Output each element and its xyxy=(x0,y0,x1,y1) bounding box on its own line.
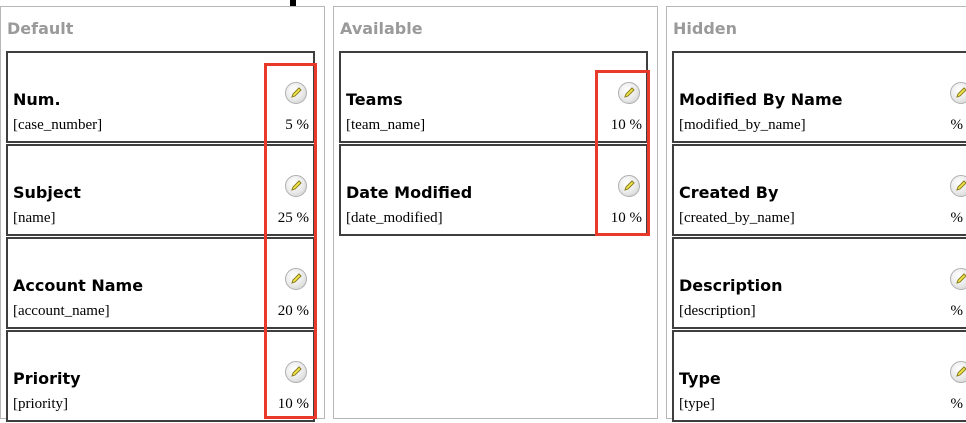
field-key: [priority] xyxy=(13,396,68,412)
field-title: Created By xyxy=(679,183,779,202)
field-width: 25 % xyxy=(277,210,309,226)
field-item-modified-by-name[interactable]: Modified By Name [modified_by_name] % xyxy=(672,51,966,143)
pencil-edit-icon[interactable] xyxy=(285,268,307,290)
field-key: [modified_by_name] xyxy=(679,117,806,133)
field-key: [created_by_name] xyxy=(679,210,795,226)
field-item-subject[interactable]: Subject [name] 25 % xyxy=(6,144,315,236)
field-item-priority[interactable]: Priority [priority] 10 % xyxy=(6,330,315,422)
pencil-edit-icon[interactable] xyxy=(950,268,966,290)
field-width: 10 % xyxy=(277,396,309,412)
field-item-description[interactable]: Description [description] % xyxy=(672,237,966,329)
field-title: Priority xyxy=(13,369,81,388)
hidden-field-list: Modified By Name [modified_by_name] % Cr… xyxy=(672,51,966,423)
field-title: Modified By Name xyxy=(679,90,843,109)
field-width: % xyxy=(950,303,964,319)
field-key: [description] xyxy=(679,303,756,319)
field-item-date-modified[interactable]: Date Modified [date_modified] 10 % xyxy=(339,144,648,236)
field-key: [account_name] xyxy=(13,303,110,319)
available-column: Available Teams [team_name] 10 % Date Mo… xyxy=(333,6,658,419)
field-title: Subject xyxy=(13,183,81,202)
field-width: % xyxy=(950,117,964,133)
field-item-account-name[interactable]: Account Name [account_name] 20 % xyxy=(6,237,315,329)
pencil-edit-icon[interactable] xyxy=(950,175,966,197)
hidden-column-header: Hidden xyxy=(673,19,738,38)
pencil-edit-icon[interactable] xyxy=(618,175,640,197)
field-width: 10 % xyxy=(610,210,642,226)
pencil-edit-icon[interactable] xyxy=(285,175,307,197)
field-item-type[interactable]: Type [type] % xyxy=(672,330,966,422)
pencil-edit-icon[interactable] xyxy=(950,361,966,383)
field-item-created-by[interactable]: Created By [created_by_name] % xyxy=(672,144,966,236)
pencil-edit-icon[interactable] xyxy=(950,82,966,104)
field-item-num[interactable]: Num. [case_number] 5 % xyxy=(6,51,315,143)
field-width: 5 % xyxy=(285,117,309,133)
available-column-header: Available xyxy=(340,19,423,38)
field-title: Account Name xyxy=(13,276,144,295)
field-title: Type xyxy=(679,369,721,388)
available-field-list: Teams [team_name] 10 % Date Modified [da… xyxy=(339,51,648,237)
field-width: % xyxy=(950,210,964,226)
field-width: % xyxy=(950,396,964,412)
field-key: [date_modified] xyxy=(346,210,443,226)
field-title: Description xyxy=(679,276,783,295)
field-item-teams[interactable]: Teams [team_name] 10 % xyxy=(339,51,648,143)
hidden-column: Hidden Modified By Name [modified_by_nam… xyxy=(666,6,966,422)
field-width: 10 % xyxy=(610,117,642,133)
pencil-edit-icon[interactable] xyxy=(618,82,640,104)
field-width: 20 % xyxy=(277,303,309,319)
pencil-edit-icon[interactable] xyxy=(285,82,307,104)
field-key: [type] xyxy=(679,396,715,412)
field-title: Date Modified xyxy=(346,183,473,202)
default-column-header: Default xyxy=(7,19,74,38)
field-title: Teams xyxy=(346,90,403,109)
default-column: Default Num. [case_number] 5 % Subject [… xyxy=(0,6,325,422)
default-field-list: Num. [case_number] 5 % Subject [name] 25… xyxy=(6,51,315,423)
field-key: [case_number] xyxy=(13,117,103,133)
field-title: Num. xyxy=(13,90,61,109)
field-key: [name] xyxy=(13,210,56,226)
field-key: [team_name] xyxy=(346,117,426,133)
pencil-edit-icon[interactable] xyxy=(285,361,307,383)
